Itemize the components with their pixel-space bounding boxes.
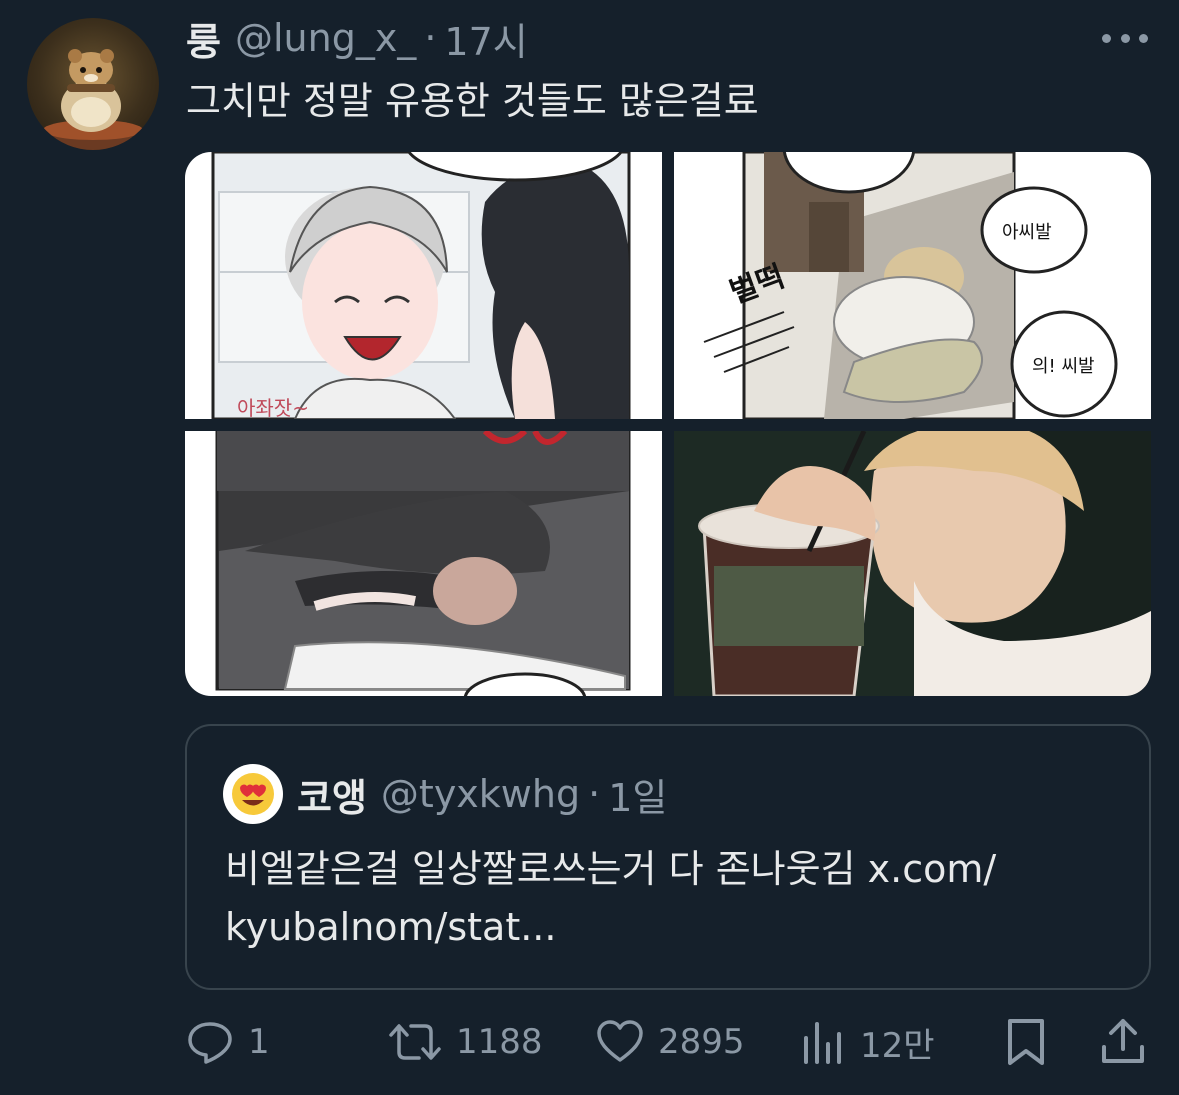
timestamp[interactable]: 17시 (444, 11, 527, 66)
quote-separator-dot: · (588, 772, 601, 816)
heart-icon (597, 1020, 643, 1062)
panel-1-text: 아좌잣~ (237, 396, 309, 419)
tweet-header: 룽 @lung_x_ · 17시 (186, 14, 528, 64)
quoted-tweet-header: 코앵 @tyxkwhg · 1일 (223, 764, 667, 824)
retweet-button[interactable]: 1188 (388, 1010, 543, 1074)
retweet-icon (389, 1024, 441, 1060)
comic-panel-3[interactable] (185, 431, 662, 696)
media-grid[interactable]: 아좌잣~ 벌떡 아씨발 의! 씨발 (185, 152, 1151, 696)
like-count: 2895 (658, 1022, 745, 1062)
views-button[interactable]: 12만 (800, 1010, 935, 1074)
tweet: 룽 @lung_x_ · 17시 그치만 정말 유용한 것들도 많은걸료 아좌잣… (0, 0, 1179, 1095)
analytics-bar-chart-icon (804, 1022, 841, 1064)
heart-eyes-emoji-icon (232, 773, 274, 815)
comic-panel-1-image: 아좌잣~ (185, 152, 662, 419)
retweet-count: 1188 (456, 1022, 543, 1062)
user-handle[interactable]: @lung_x_ (235, 16, 416, 60)
comic-panel-3-image (185, 431, 662, 696)
comic-panel-2-image: 벌떡 아씨발 의! 씨발 (674, 152, 1151, 419)
more-dot (1102, 33, 1111, 43)
quoted-tweet[interactable]: 코앵 @tyxkwhg · 1일 비엘같은걸 일상짤로쓰는거 다 존나웃김 x.… (185, 724, 1151, 990)
panel-2-bubble-2: 의! 씨발 (1032, 356, 1095, 377)
reply-count: 1 (248, 1022, 270, 1062)
quote-text-line-2[interactable]: kyubalnom/stat... (225, 898, 1125, 956)
quote-timestamp[interactable]: 1일 (608, 767, 667, 822)
action-bar: 1 1188 2895 12만 (0, 1010, 1179, 1074)
quote-avatar[interactable] (223, 764, 283, 824)
reply-icon (188, 1022, 232, 1064)
quote-display-name[interactable]: 코앵 (297, 767, 367, 822)
more-dot (1120, 33, 1130, 43)
avatar[interactable] (27, 18, 159, 150)
hamster-avatar-icon (35, 49, 151, 150)
comic-panel-2[interactable]: 벌떡 아씨발 의! 씨발 (674, 152, 1151, 419)
panel-2-bubble-1: 아씨발 (1002, 222, 1052, 243)
display-name[interactable]: 룽 (186, 11, 221, 66)
like-button[interactable]: 2895 (596, 1010, 745, 1074)
tweet-text: 그치만 정말 유용한 것들도 많은걸료 (186, 79, 759, 123)
reply-button[interactable]: 1 (186, 1010, 270, 1074)
more-dot (1139, 33, 1148, 43)
bookmark-icon (1008, 1019, 1044, 1065)
quote-user-handle[interactable]: @tyxkwhg (381, 772, 580, 816)
comic-panel-1[interactable]: 아좌잣~ (185, 152, 662, 419)
comic-panel-4[interactable] (674, 431, 1151, 696)
share-upload-icon (1102, 1019, 1144, 1063)
views-count: 12만 (860, 1025, 935, 1066)
quote-text-line-1: 비엘같은걸 일상짤로쓰는거 다 존나웃김 x.com/ (225, 847, 997, 891)
share-button[interactable] (1098, 1010, 1148, 1074)
bookmark-button[interactable] (1004, 1010, 1048, 1074)
separator-dot: · (424, 16, 437, 60)
quote-text: 비엘같은걸 일상짤로쓰는거 다 존나웃김 x.com/ kyubalnom/st… (225, 840, 1125, 956)
comic-panel-4-image (674, 431, 1151, 696)
more-options-icon[interactable] (1102, 28, 1148, 48)
